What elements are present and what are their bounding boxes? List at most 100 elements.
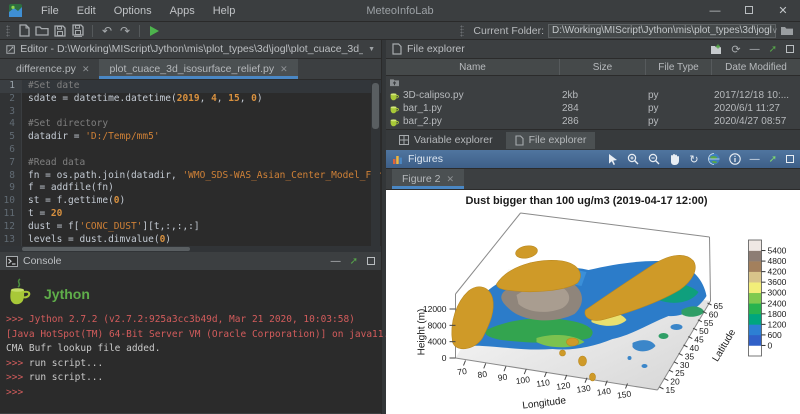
new-folder-icon[interactable] bbox=[710, 44, 722, 55]
x-axis-label: Longitude bbox=[522, 395, 567, 411]
code-line[interactable]: 7#Read data bbox=[0, 157, 381, 170]
svg-text:80: 80 bbox=[477, 369, 488, 380]
editor-vertical-scrollbar[interactable] bbox=[371, 80, 380, 246]
maximize-panel-icon[interactable] bbox=[367, 257, 375, 265]
main-toolbar: ↶ ↷ Current Folder: D:\Working\MIScript\… bbox=[0, 22, 800, 40]
file-row[interactable]: 3D-calipso.py2kbpy2017/12/18 10:... bbox=[386, 89, 800, 102]
code-line[interactable]: 4#Set directory bbox=[0, 118, 381, 131]
save-button[interactable] bbox=[51, 23, 69, 39]
svg-text:4800: 4800 bbox=[768, 256, 787, 266]
menu-file[interactable]: File bbox=[32, 5, 68, 17]
figure-canvas[interactable]: Dust bigger than 100 ug/m3 (2019-04-17 1… bbox=[386, 190, 800, 414]
line-number: 4 bbox=[0, 118, 22, 131]
chevron-down-icon[interactable]: ∨ bbox=[772, 26, 778, 35]
undo-button[interactable]: ↶ bbox=[98, 23, 116, 39]
run-script-button[interactable] bbox=[145, 23, 163, 39]
save-as-icon bbox=[72, 24, 84, 37]
maximize-panel-icon[interactable] bbox=[786, 155, 794, 163]
browse-folder-button[interactable] bbox=[780, 25, 794, 36]
new-file-button[interactable] bbox=[15, 23, 33, 39]
minimize-panel-icon[interactable]: — bbox=[750, 154, 760, 165]
tab-figure-2[interactable]: Figure 2 ✕ bbox=[392, 169, 464, 189]
code-line[interactable]: 8fn = os.path.join(datadir, 'WMO_SDS-WAS… bbox=[0, 170, 381, 183]
minimize-panel-icon[interactable]: — bbox=[750, 44, 760, 55]
menu-options[interactable]: Options bbox=[105, 5, 161, 17]
svg-text:0: 0 bbox=[442, 353, 447, 363]
code-line[interactable]: 9f = addfile(fn) bbox=[0, 182, 381, 195]
svg-text:2400: 2400 bbox=[768, 298, 787, 308]
rotate-icon[interactable]: ↻ bbox=[689, 153, 698, 166]
column-header-date-modified[interactable]: Date Modified bbox=[712, 59, 800, 75]
file-explorer-panel: File explorer ⟳ — ➚ Name Size File Type … bbox=[386, 40, 800, 150]
code-line[interactable]: 1#Set date bbox=[0, 80, 381, 93]
code-line[interactable]: 10st = f.gettime(0) bbox=[0, 195, 381, 208]
file-row[interactable] bbox=[386, 76, 800, 89]
line-number: 11 bbox=[0, 208, 22, 221]
maximize-button[interactable] bbox=[732, 5, 766, 17]
tab-label: Figure 2 bbox=[402, 173, 441, 185]
scrollbar-thumb[interactable] bbox=[22, 247, 190, 251]
close-button[interactable]: ✕ bbox=[766, 4, 800, 17]
scrollbar-thumb[interactable] bbox=[372, 83, 379, 129]
menu-apps[interactable]: Apps bbox=[161, 5, 204, 17]
pan-hand-icon[interactable] bbox=[669, 153, 680, 165]
file-explorer-header-icons: ⟳ — ➚ bbox=[710, 43, 794, 56]
console-line: >>> run script... bbox=[6, 357, 375, 372]
code-text: t = 20 bbox=[22, 208, 62, 221]
info-icon[interactable] bbox=[729, 153, 741, 165]
select-cursor-icon[interactable] bbox=[608, 154, 618, 165]
detach-panel-icon[interactable]: ➚ bbox=[350, 256, 358, 267]
close-tab-icon[interactable]: ✕ bbox=[447, 174, 455, 185]
open-file-button[interactable] bbox=[33, 23, 51, 39]
minimize-panel-icon[interactable]: — bbox=[331, 256, 341, 267]
tab-file-explorer[interactable]: File explorer bbox=[506, 132, 596, 149]
file-row[interactable]: bar_2.py286py2020/4/27 08:57 bbox=[386, 115, 800, 128]
tab-label: plot_cuace_3d_isosurface_relief.py bbox=[109, 63, 274, 75]
refresh-icon[interactable]: ⟳ bbox=[731, 43, 740, 56]
column-header-name[interactable]: Name bbox=[386, 59, 560, 75]
close-tab-icon[interactable]: ✕ bbox=[280, 64, 288, 75]
minimize-button[interactable]: — bbox=[698, 5, 732, 17]
file-type: py bbox=[646, 90, 712, 101]
svg-text:3000: 3000 bbox=[768, 288, 787, 298]
code-line[interactable]: 3 bbox=[0, 106, 381, 119]
tab-plot-cuace-3d-isosurface-relief-py[interactable]: plot_cuace_3d_isosurface_relief.py ✕ bbox=[99, 59, 297, 79]
console-panel: Console — ➚ Jython >>> Jyth bbox=[0, 252, 382, 414]
menu-edit[interactable]: Edit bbox=[68, 5, 105, 17]
detach-panel-icon[interactable]: ➚ bbox=[769, 44, 777, 55]
code-line[interactable]: 5datadir = 'D:/Temp/mm5' bbox=[0, 131, 381, 144]
code-line[interactable]: 11t = 20 bbox=[0, 208, 381, 221]
colorbar: 060012001800240030003600420048005400 bbox=[749, 240, 787, 356]
menu-help[interactable]: Help bbox=[204, 5, 245, 17]
column-header-size[interactable]: Size bbox=[560, 59, 646, 75]
zoom-out-icon[interactable] bbox=[648, 153, 660, 165]
code-line[interactable]: 12dust = f['CONC_DUST'][t,:,:,:] bbox=[0, 221, 381, 234]
app-logo-icon bbox=[9, 4, 22, 17]
line-number: 6 bbox=[0, 144, 22, 157]
file-explorer-title: File explorer bbox=[407, 43, 465, 55]
svg-text:3600: 3600 bbox=[768, 277, 787, 287]
column-header-file-type[interactable]: File Type bbox=[646, 59, 712, 75]
file-name: bar_1.py bbox=[403, 103, 442, 114]
code-editor[interactable]: 1#Set date2sdate = datetime.datetime(201… bbox=[0, 80, 381, 246]
tab-difference-py[interactable]: difference.py ✕ bbox=[6, 59, 99, 79]
zoom-in-icon[interactable] bbox=[627, 153, 639, 165]
maximize-panel-icon[interactable] bbox=[786, 45, 794, 53]
redo-button[interactable]: ↷ bbox=[116, 23, 134, 39]
save-as-button[interactable] bbox=[69, 23, 87, 39]
editor-panel: Editor - D:\Working\MIScript\Jython\mis\… bbox=[0, 40, 382, 252]
detach-panel-icon[interactable]: ➚ bbox=[769, 154, 777, 165]
close-tab-icon[interactable]: ✕ bbox=[82, 64, 90, 75]
editor-title-dropdown-icon[interactable]: ▼ bbox=[368, 46, 375, 53]
tab-variable-explorer[interactable]: Variable explorer bbox=[390, 132, 502, 149]
current-folder-input[interactable]: D:\Working\MIScript\Jython\mis\plot_type… bbox=[548, 24, 776, 38]
tab-label: File explorer bbox=[529, 134, 587, 146]
code-line[interactable]: 2sdate = datetime.datetime(2019, 4, 15, … bbox=[0, 93, 381, 106]
code-line[interactable]: 6 bbox=[0, 144, 381, 157]
globe-icon[interactable] bbox=[708, 153, 720, 165]
code-text: f = addfile(fn) bbox=[22, 182, 114, 195]
line-number: 1 bbox=[0, 80, 22, 93]
file-row[interactable]: bar_1.py284py2020/6/1 11:27 bbox=[386, 102, 800, 115]
console-output[interactable]: Jython >>> Jython 2.7.2 (v2.7.2:925a3cc3… bbox=[0, 271, 381, 413]
code-line[interactable]: 13levels = dust.dimvalue(0) bbox=[0, 234, 381, 246]
